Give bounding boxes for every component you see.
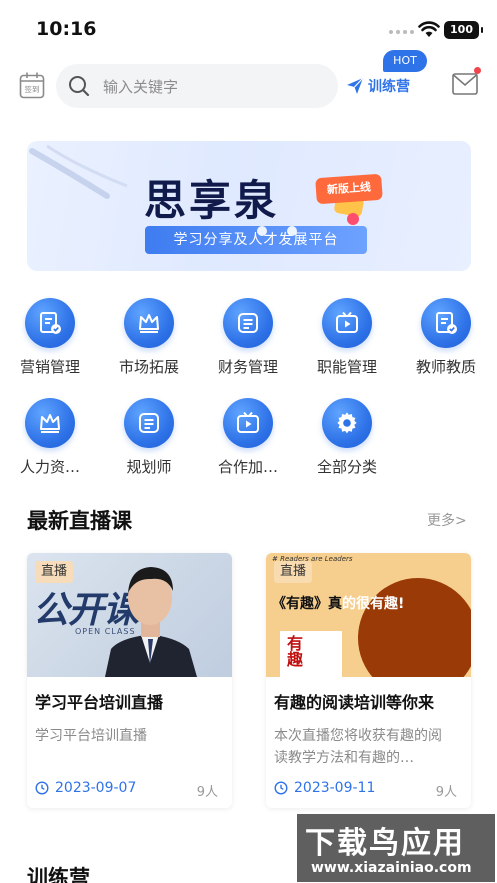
hot-badge: HOT (383, 50, 427, 72)
category-item[interactable]: 全部分类 (297, 398, 397, 477)
notification-dot (474, 67, 481, 74)
banner-decoration-ball (347, 213, 359, 225)
signal-icon (389, 30, 414, 34)
thumbnail-title-b: 的很有趣! (342, 596, 405, 612)
category-item[interactable]: 职能管理 (297, 298, 397, 377)
top-bar: 签到 输入关键字 训练营 HOT (0, 50, 497, 116)
course-thumbnail: 直播 公开课 OPEN CLASS (27, 553, 232, 677)
mail-icon (452, 73, 478, 95)
paper-plane-icon (347, 77, 364, 94)
category-label: 营销管理 (19, 358, 80, 376)
watermark: 下载鸟应用 www.xiazainiao.com (297, 814, 495, 882)
course-thumbnail: # Readers are Leaders 直播 《有趣》真的很有趣! 有趣 (266, 553, 471, 677)
category-item[interactable]: 市场拓展 (99, 298, 199, 377)
category-item[interactable]: 财务管理 (198, 298, 298, 377)
checkin-label: 签到 (25, 84, 40, 94)
search-icon (69, 76, 90, 97)
banner-title: 思享泉 (144, 176, 280, 225)
live-badge: 直播 (274, 561, 313, 583)
calendar-checkin-icon[interactable]: 签到 (19, 71, 45, 99)
live-badge: 直播 (35, 561, 74, 583)
category-item[interactable]: 营销管理 (0, 298, 100, 377)
wifi-icon (418, 21, 440, 37)
thumbnail-title: 《有趣》真的很有趣! (272, 593, 404, 613)
category-label: 人力资… (19, 458, 80, 476)
list-icon (223, 298, 273, 348)
pager-dot[interactable] (257, 226, 267, 236)
live-course-card[interactable]: # Readers are Leaders 直播 《有趣》真的很有趣! 有趣 有… (266, 553, 471, 808)
status-bar: 10:16 100 (0, 0, 497, 56)
message-button[interactable] (452, 67, 481, 95)
watermark-url: www.xiazainiao.com (311, 860, 472, 876)
course-date: 2023-09-11 (274, 780, 375, 796)
search-bar[interactable]: 输入关键字 (56, 64, 338, 108)
search-input[interactable]: 输入关键字 (103, 76, 178, 97)
document-check-icon (421, 298, 471, 348)
category-label: 财务管理 (217, 358, 278, 376)
banner-pager[interactable] (257, 226, 297, 236)
battery-icon: 100 (444, 21, 483, 39)
course-description: 学习平台培训直播 (35, 728, 147, 744)
play-screen-icon (322, 298, 372, 348)
live-course-card[interactable]: 直播 公开课 OPEN CLASS 学习平台培训直播 学习平台培训直播 2023… (27, 553, 232, 808)
book-cover: 有趣 (280, 631, 342, 677)
thumbnail-title-a: 《有趣》真 (272, 596, 342, 612)
banner-subtitle: 学习分享及人才发展平台 (145, 226, 367, 254)
play-screen-icon (223, 398, 273, 448)
category-label: 规划师 (126, 458, 172, 476)
viewer-count: 9人 (435, 785, 457, 800)
status-time: 10:16 (36, 18, 97, 40)
promo-banner[interactable]: 思享泉 新版上线 学习分享及人才发展平台 (27, 141, 471, 271)
training-camp-label: 训练营 (368, 79, 410, 95)
training-camp-button[interactable]: 训练营 (346, 75, 410, 97)
category-label: 合作加… (217, 458, 278, 476)
watermark-text: 下载鸟应用 (305, 826, 465, 861)
course-title: 学习平台培训直播 (35, 693, 164, 712)
pager-dot[interactable] (287, 226, 297, 236)
category-label: 职能管理 (316, 358, 377, 376)
category-label: 教师教质 (415, 358, 476, 376)
document-check-icon (25, 298, 75, 348)
viewer-count: 9人 (196, 785, 218, 800)
gear-icon (322, 398, 372, 448)
section-title-live: 最新直播课 (27, 509, 132, 533)
book-title: 有趣 (284, 635, 303, 667)
crown-icon (124, 298, 174, 348)
list-icon (124, 398, 174, 448)
glasses-decoration-icon (29, 144, 128, 199)
course-title: 有趣的阅读培训等你来 (274, 693, 435, 712)
category-label: 市场拓展 (118, 358, 179, 376)
course-description: 本次直播您将收获有趣的阅读教学方法和有趣的… (274, 728, 442, 766)
banner-tag: 新版上线 (315, 173, 383, 205)
category-item[interactable]: 教师教质 (396, 298, 496, 377)
category-item[interactable]: 规划师 (99, 398, 199, 477)
course-date-text: 2023-09-07 (55, 780, 137, 796)
course-date-text: 2023-09-11 (294, 780, 376, 796)
category-label: 全部分类 (316, 458, 377, 476)
more-link[interactable]: 更多> (427, 510, 467, 530)
clock-icon (35, 781, 49, 795)
category-item[interactable]: 合作加… (198, 398, 298, 477)
section-title-training: 训练营 (27, 866, 90, 883)
category-item[interactable]: 人力资… (0, 398, 100, 477)
course-date: 2023-09-07 (35, 780, 136, 796)
crown-icon (25, 398, 75, 448)
clock-icon (274, 781, 288, 795)
